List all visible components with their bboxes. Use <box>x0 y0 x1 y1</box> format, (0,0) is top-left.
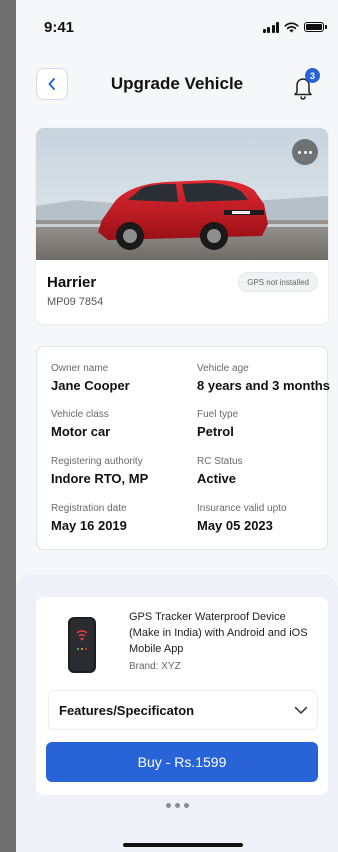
detail-vehicle-class: Vehicle class Motor car <box>51 409 111 439</box>
status-time: 9:41 <box>44 18 75 36</box>
signal-icon <box>262 21 279 33</box>
detail-fuel-type: Fuel type Petrol <box>197 409 239 439</box>
gps-tracker-image <box>60 613 102 677</box>
more-options-button[interactable] <box>292 139 318 165</box>
status-bar: 9:41 <box>16 0 338 54</box>
status-icons <box>262 21 327 33</box>
detail-insurance-valid: Insurance valid upto May 05 2023 <box>197 503 287 533</box>
detail-registering-authority: Registering authority Indore RTO, MP <box>51 456 149 486</box>
vehicle-name: Harrier <box>47 274 97 291</box>
detail-vehicle-age: Vehicle age 8 years and 3 months <box>197 363 330 393</box>
vehicle-card[interactable]: Harrier MP09 7854 GPS not installed <box>36 128 328 324</box>
chevron-down-icon <box>294 706 308 714</box>
detail-rc-status: RC Status Active <box>197 456 243 486</box>
features-label: Features/Specificaton <box>59 702 195 718</box>
back-chevron-icon <box>48 78 55 90</box>
battery-icon <box>304 22 327 32</box>
more-horizontal-icon <box>298 150 301 154</box>
vehicle-plate: MP09 7854 <box>47 296 104 308</box>
detail-owner-name: Owner name Jane Cooper <box>51 363 130 393</box>
vehicle-image <box>36 128 328 260</box>
product-brand: Brand: XYZ <box>129 661 181 672</box>
page-title: Upgrade Vehicle <box>110 74 244 93</box>
detail-registration-date: Registration date May 16 2019 <box>51 503 127 533</box>
vehicle-photo <box>36 128 328 260</box>
buy-button[interactable]: Buy - Rs.1599 <box>46 742 318 782</box>
app-screen: 9:41 Upgrade Vehicle 3 Harrier MP09 7854… <box>16 0 338 852</box>
product-title: GPS Tracker Waterproof Device (Make in I… <box>129 611 308 655</box>
home-indicator <box>123 843 243 847</box>
gps-status-badge: GPS not installed <box>238 272 318 292</box>
notification-badge: 3 <box>305 68 320 83</box>
carousel-indicator <box>16 803 338 808</box>
gps-device-icon <box>68 617 96 673</box>
wifi-icon <box>284 22 299 32</box>
notifications-button[interactable]: 3 <box>290 68 320 100</box>
vehicle-details-card: Owner name Jane Cooper Vehicle age 8 yea… <box>36 346 330 550</box>
product-sheet: GPS Tracker Waterproof Device (Make in I… <box>16 575 338 852</box>
product-card: GPS Tracker Waterproof Device (Make in I… <box>36 597 328 795</box>
header: Upgrade Vehicle 3 <box>16 64 338 104</box>
back-button[interactable] <box>36 68 68 100</box>
features-accordion[interactable]: Features/Specificaton <box>48 690 318 730</box>
